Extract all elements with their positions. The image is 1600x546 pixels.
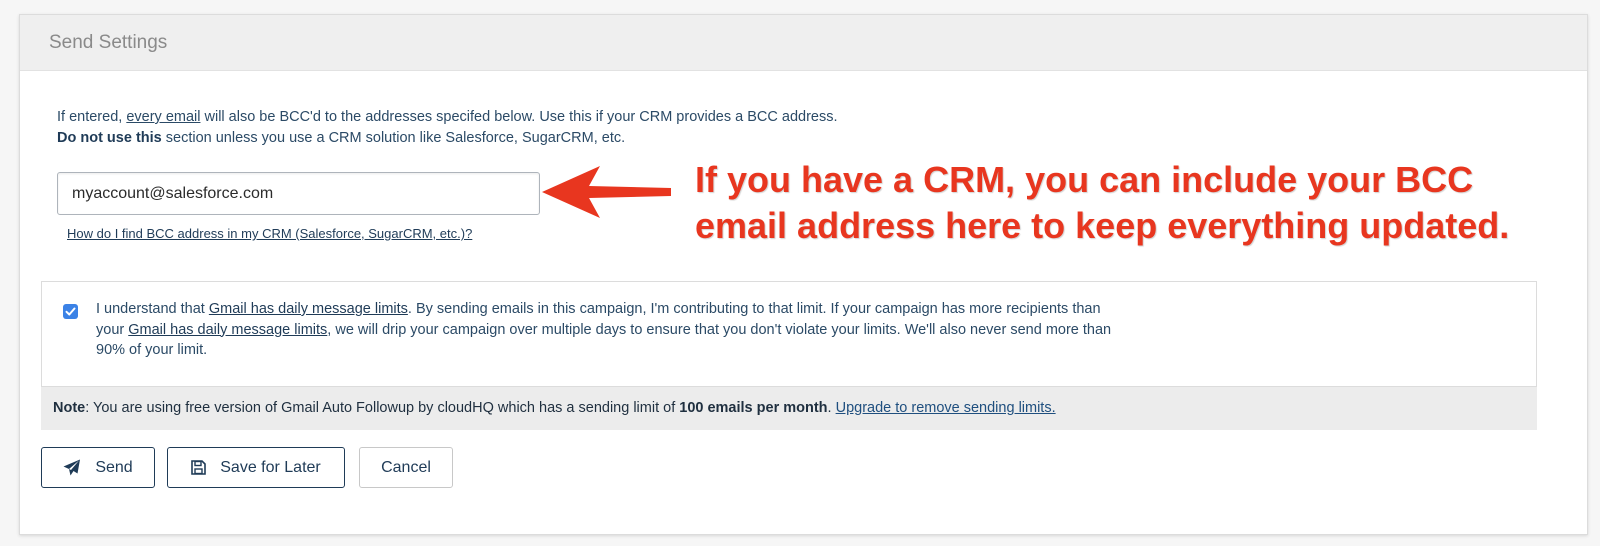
- send-settings-panel: Send Settings If entered, every email wi…: [19, 14, 1588, 535]
- gmail-limits-box: I understand that Gmail has daily messag…: [41, 281, 1537, 387]
- annotation-callout: If you have a CRM, you can include your …: [695, 157, 1565, 249]
- limits-line-3: 90% of your limit.: [96, 342, 208, 358]
- panel-title: Send Settings: [49, 32, 168, 53]
- bcc-help-link[interactable]: How do I find BCC address in my CRM (Sal…: [67, 226, 472, 241]
- save-button-label: Save for Later: [220, 458, 321, 476]
- limits-line-2: your Gmail has daily message limits, we …: [96, 321, 1112, 338]
- floppy-disk-icon: [191, 460, 207, 475]
- save-for-later-button[interactable]: Save for Later: [167, 447, 345, 488]
- callout-line-2: email address here to keep everything up…: [695, 205, 1510, 246]
- intro-line-1: If entered, every email will also be BCC…: [57, 109, 838, 125]
- bcc-intro-text: If entered, every email will also be BCC…: [57, 107, 838, 149]
- panel-header: Send Settings: [20, 15, 1587, 71]
- bcc-address-input[interactable]: [57, 172, 540, 215]
- limits-checkbox[interactable]: [63, 304, 78, 319]
- send-button[interactable]: Send: [41, 447, 155, 488]
- callout-line-1: If you have a CRM, you can include your …: [695, 159, 1474, 200]
- annotation-arrow-icon: [542, 166, 671, 218]
- paper-plane-icon: [63, 459, 81, 476]
- limits-line-1: I understand that Gmail has daily messag…: [96, 301, 1101, 317]
- upgrade-link[interactable]: Upgrade to remove sending limits.: [836, 400, 1056, 416]
- send-button-label: Send: [95, 458, 133, 476]
- gmail-limits-link-2[interactable]: Gmail has daily message limits: [128, 322, 327, 338]
- every-email-link[interactable]: every email: [126, 109, 200, 125]
- cancel-button-label: Cancel: [381, 458, 431, 476]
- sending-limit-note: Note: You are using free version of Gmai…: [41, 387, 1537, 430]
- limits-agreement-text: I understand that Gmail has daily messag…: [96, 299, 1176, 361]
- check-icon: [65, 307, 76, 316]
- intro-line-2: Do not use this section unless you use a…: [57, 130, 626, 146]
- cancel-button[interactable]: Cancel: [359, 447, 453, 488]
- gmail-limits-link-1[interactable]: Gmail has daily message limits: [209, 301, 408, 317]
